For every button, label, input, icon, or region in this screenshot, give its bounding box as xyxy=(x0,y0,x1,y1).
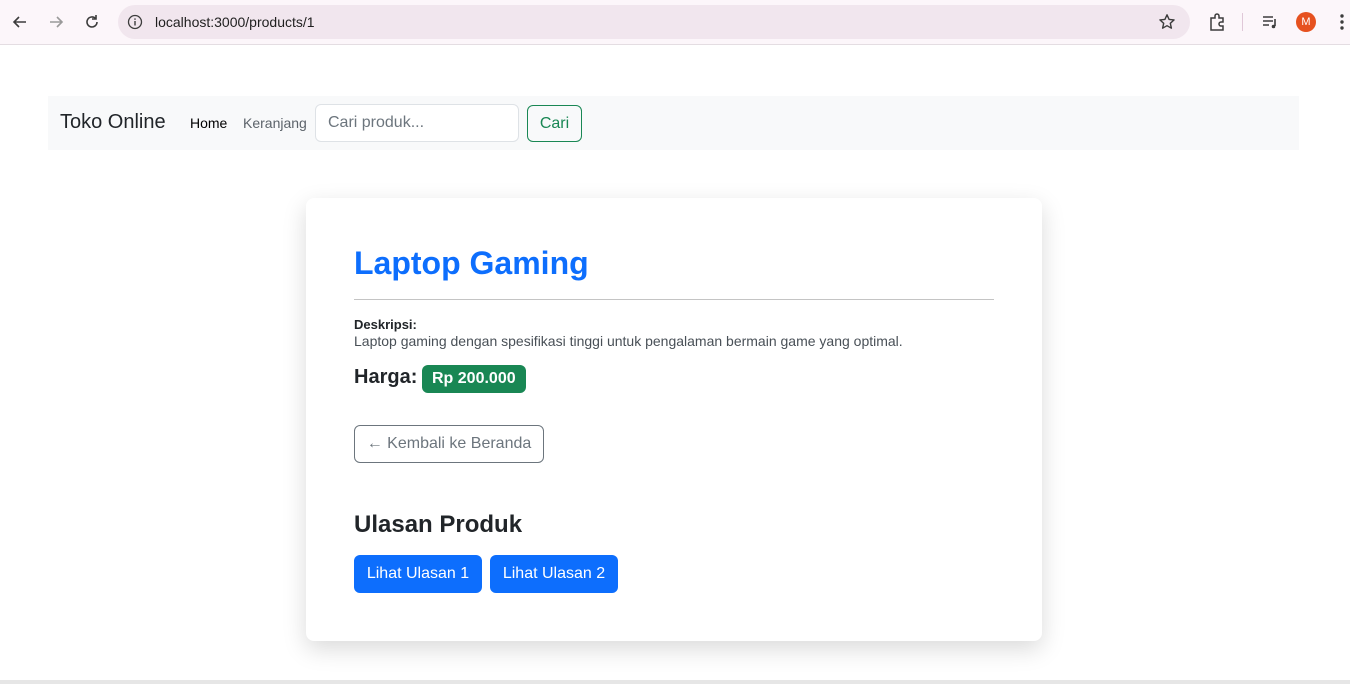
nav-link-home[interactable]: Home xyxy=(190,115,227,131)
back-arrow-icon[interactable] xyxy=(6,8,34,36)
nav-link-cart[interactable]: Keranjang xyxy=(243,115,307,131)
media-controls-icon[interactable] xyxy=(1260,12,1280,32)
product-description: Laptop gaming dengan spesifikasi tinggi … xyxy=(354,333,903,349)
site-navbar: Toko Online Home Keranjang Cari xyxy=(48,96,1299,150)
address-bar[interactable]: localhost:3000/products/1 xyxy=(118,5,1190,39)
back-to-home-button[interactable]: ← Kembali ke Beranda xyxy=(354,425,544,463)
extensions-icon[interactable] xyxy=(1207,12,1227,32)
forward-arrow-icon[interactable] xyxy=(42,8,70,36)
title-divider xyxy=(354,299,994,300)
url-text: localhost:3000/products/1 xyxy=(155,14,315,30)
view-review-2-button[interactable]: Lihat Ulasan 2 xyxy=(490,555,618,593)
more-menu-icon[interactable] xyxy=(1332,12,1350,32)
browser-toolbar: localhost:3000/products/1 M xyxy=(0,0,1350,45)
description-label: Deskripsi: xyxy=(354,317,417,332)
search-input[interactable] xyxy=(315,104,519,142)
price-badge: Rp 200.000 xyxy=(422,365,526,393)
view-review-1-button[interactable]: Lihat Ulasan 1 xyxy=(354,555,482,593)
window-bottom-edge xyxy=(0,680,1350,684)
product-card: Laptop Gaming Deskripsi: Laptop gaming d… xyxy=(306,198,1042,641)
brand-link[interactable]: Toko Online xyxy=(60,111,166,134)
reviews-heading: Ulasan Produk xyxy=(354,511,523,538)
bookmark-star-icon[interactable] xyxy=(1158,13,1176,31)
price-label: Harga: xyxy=(354,366,418,388)
profile-avatar[interactable]: M xyxy=(1296,12,1316,32)
site-info-icon[interactable] xyxy=(127,14,143,30)
toolbar-separator xyxy=(1242,13,1243,31)
product-title: Laptop Gaming xyxy=(354,245,589,281)
search-button[interactable]: Cari xyxy=(527,105,582,142)
reload-icon[interactable] xyxy=(78,8,106,36)
